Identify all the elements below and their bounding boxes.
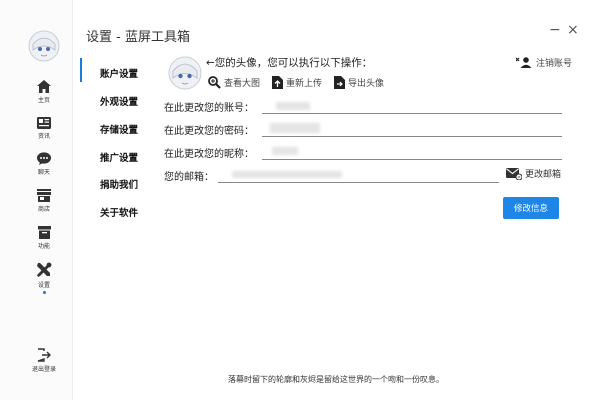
account-field-label: 在此更改您的账号： [164,103,254,114]
store-icon [37,189,51,202]
deregister-account-button[interactable]: 注销账号 [516,56,572,69]
zoom-icon [208,76,221,89]
nav-donate[interactable]: 捐助我们 [100,177,138,191]
redacted-email [232,171,342,178]
sidebar-item-label: 主页 [37,97,50,104]
sidebar-item-label: 聊天 [37,169,50,176]
nav-promotion-settings[interactable]: 推广设置 [100,150,138,164]
footer-quote: 落幕时留下的轮廓和灰烬是留给这世界的一个吻和一份叹息。 [228,375,444,384]
redacted-nickname [272,147,298,155]
sidebar-item-news[interactable]: 资讯 [20,117,68,140]
upload-file-icon [272,76,283,89]
sidebar-item-label: 设置 [37,282,50,289]
reupload-button[interactable]: 重新上传 [272,76,322,89]
sidebar-item-features[interactable]: 功能 [20,226,68,250]
change-email-label: 更改邮箱 [525,170,562,180]
redacted-account [276,102,310,110]
nickname-input[interactable] [262,147,562,160]
email-field-label: 您的邮箱： [164,172,214,183]
nav-storage-settings[interactable]: 存储设置 [100,122,138,136]
settings-window: 主页 资讯 聊天 商店 功能 设置 退出登录 设置 - 蓝屏工具箱 − × 账户… [0,0,600,400]
app-sidebar: 主页 资讯 聊天 商店 功能 设置 退出登录 [0,0,73,400]
active-indicator-dot [42,291,46,294]
change-email-button[interactable]: 更改邮箱 [506,167,561,180]
avatar-prompt: ←您的头像，您可以执行以下操作： [206,57,373,69]
nickname-field-label: 在此更改您的昵称： [164,149,254,160]
sidebar-avatar[interactable] [28,30,60,62]
tools-icon [36,262,52,278]
logout-button[interactable]: 退出登录 [20,348,68,373]
export-avatar-button[interactable]: 导出头像 [334,76,384,89]
sidebar-item-settings[interactable]: 设置 [20,262,68,294]
minimize-button[interactable]: − [549,22,561,38]
window-title: 设置 - 蓝屏工具箱 [86,30,190,45]
logout-icon [37,348,51,362]
chat-icon [37,152,51,165]
sidebar-item-label: 商店 [37,206,50,213]
submit-changes-button[interactable]: 修改信息 [503,197,559,219]
deregister-label: 注销账号 [536,59,573,69]
sidebar-item-home[interactable]: 主页 [20,80,68,104]
sidebar-item-label: 资讯 [37,133,50,140]
export-avatar-label: 导出头像 [348,79,385,89]
nav-active-indicator [80,58,82,82]
export-file-icon [334,76,345,89]
view-large-button[interactable]: 查看大图 [208,76,260,89]
profile-avatar[interactable] [168,56,202,90]
view-large-label: 查看大图 [224,79,261,89]
mail-edit-icon [506,167,522,180]
sidebar-item-store[interactable]: 商店 [20,189,68,213]
logout-label: 退出登录 [31,366,56,373]
remove-user-icon [516,57,532,68]
password-field-label: 在此更改您的密码： [164,126,254,137]
archive-icon [37,226,51,239]
news-icon [37,117,51,129]
nav-account-settings[interactable]: 账户设置 [100,66,138,80]
nav-about[interactable]: 关于软件 [100,205,138,219]
nav-appearance-settings[interactable]: 外观设置 [100,94,138,108]
home-icon [37,80,51,93]
close-button[interactable]: × [567,22,579,38]
sidebar-item-label: 功能 [37,243,50,250]
sidebar-item-chat[interactable]: 聊天 [20,152,68,176]
reupload-label: 重新上传 [286,79,323,89]
redacted-password [270,123,320,133]
